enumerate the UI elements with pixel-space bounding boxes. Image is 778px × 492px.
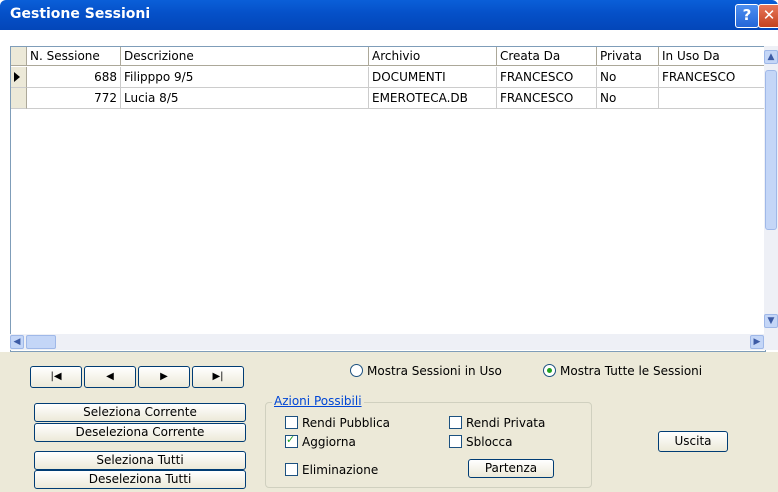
checkbox-label: Rendi Pubblica	[302, 416, 391, 430]
horizontal-scrollbar[interactable]	[10, 334, 764, 350]
current-row-arrow-icon	[14, 72, 20, 82]
row-indicator	[11, 88, 27, 109]
cell-n-sessione[interactable]: 772	[27, 88, 121, 109]
seleziona-tutti-button[interactable]: Seleziona Tutti	[34, 451, 246, 470]
checkbox-label: Rendi Privata	[466, 416, 546, 430]
checkbox-box[interactable]	[285, 463, 298, 476]
azioni-possibili-label: Azioni Possibili	[272, 394, 364, 408]
radio-tutte-circle[interactable]	[543, 364, 556, 377]
next-record-button[interactable]: ▶	[138, 366, 190, 388]
prev-record-button[interactable]: ◀	[84, 366, 136, 388]
cell-privata[interactable]: No	[597, 88, 659, 109]
cell-archivio[interactable]: EMEROTECA.DB	[369, 88, 497, 109]
cell-in-uso-da[interactable]: FRANCESCO	[659, 67, 765, 88]
uscita-button[interactable]: Uscita	[658, 431, 728, 452]
radio-in-uso-label: Mostra Sessioni in Uso	[367, 364, 502, 378]
checkbox-eliminazione[interactable]: Eliminazione	[285, 463, 378, 477]
deseleziona-corrente-button[interactable]: Deseleziona Corrente	[34, 423, 246, 442]
seleziona-corrente-button[interactable]: Seleziona Corrente	[34, 403, 246, 422]
table-row[interactable]: 688 Filipppo 9/5 DOCUMENTI FRANCESCO No …	[11, 67, 765, 88]
close-button[interactable]: ✕	[758, 4, 778, 28]
radio-tutte-label: Mostra Tutte le Sessioni	[560, 364, 703, 378]
col-header-n-sessione[interactable]: N. Sessione	[27, 47, 121, 66]
scroll-right-icon[interactable]: ▶	[750, 335, 764, 349]
checkbox-box[interactable]	[285, 416, 298, 429]
col-header-creata-da[interactable]: Creata Da	[497, 47, 597, 66]
checkbox-label: Sblocca	[466, 435, 513, 449]
col-header-descrizione[interactable]: Descrizione	[121, 47, 369, 66]
row-indicator	[11, 67, 27, 88]
scroll-left-icon[interactable]: ◀	[10, 335, 24, 349]
checkbox-aggiorna[interactable]: Aggiorna	[285, 433, 356, 449]
checkbox-box[interactable]	[449, 416, 462, 429]
last-record-button[interactable]: ▶|	[192, 366, 244, 388]
checkbox-box[interactable]	[285, 433, 298, 448]
scroll-down-icon[interactable]: ▼	[764, 314, 778, 328]
first-record-button[interactable]: |◀	[30, 366, 82, 388]
radio-mostra-tutte[interactable]: Mostra Tutte le Sessioni	[543, 364, 702, 378]
window-title: Gestione Sessioni	[10, 6, 151, 22]
checkbox-rendi-privata[interactable]: Rendi Privata	[449, 416, 545, 430]
col-header-in-uso-da[interactable]: In Uso Da	[659, 47, 765, 66]
cell-in-uso-da[interactable]	[659, 88, 765, 109]
sessions-grid[interactable]: N. Sessione Descrizione Archivio Creata …	[10, 46, 766, 352]
header-indicator	[11, 47, 27, 66]
partenza-button[interactable]: Partenza	[468, 459, 554, 478]
radio-mostra-in-uso[interactable]: Mostra Sessioni in Uso	[350, 364, 502, 378]
checkbox-rendi-pubblica[interactable]: Rendi Pubblica	[285, 416, 390, 430]
cell-archivio[interactable]: DOCUMENTI	[369, 67, 497, 88]
col-header-archivio[interactable]: Archivio	[369, 47, 497, 66]
help-button[interactable]: ?	[735, 4, 759, 28]
checkbox-label: Aggiorna	[302, 435, 356, 449]
checkbox-sblocca[interactable]: Sblocca	[449, 435, 512, 449]
deseleziona-tutti-button[interactable]: Deseleziona Tutti	[34, 470, 246, 489]
table-row[interactable]: 772 Lucia 8/5 EMEROTECA.DB FRANCESCO No	[11, 88, 765, 109]
cell-descrizione[interactable]: Lucia 8/5	[121, 88, 369, 109]
scroll-up-icon[interactable]: ▲	[764, 50, 778, 64]
grid-header: N. Sessione Descrizione Archivio Creata …	[11, 47, 765, 67]
radio-in-uso-circle[interactable]	[350, 364, 363, 377]
title-bar: Gestione Sessioni ? ✕	[0, 0, 778, 30]
cell-privata[interactable]: No	[597, 67, 659, 88]
cell-n-sessione[interactable]: 688	[27, 67, 121, 88]
cell-descrizione[interactable]: Filipppo 9/5	[121, 67, 369, 88]
cell-creata-da[interactable]: FRANCESCO	[497, 67, 597, 88]
col-header-privata[interactable]: Privata	[597, 47, 659, 66]
cell-creata-da[interactable]: FRANCESCO	[497, 88, 597, 109]
checkbox-box[interactable]	[449, 435, 462, 448]
checkbox-label: Eliminazione	[302, 463, 379, 477]
horizontal-scroll-thumb[interactable]	[26, 335, 56, 349]
vertical-scroll-thumb[interactable]	[765, 70, 777, 230]
